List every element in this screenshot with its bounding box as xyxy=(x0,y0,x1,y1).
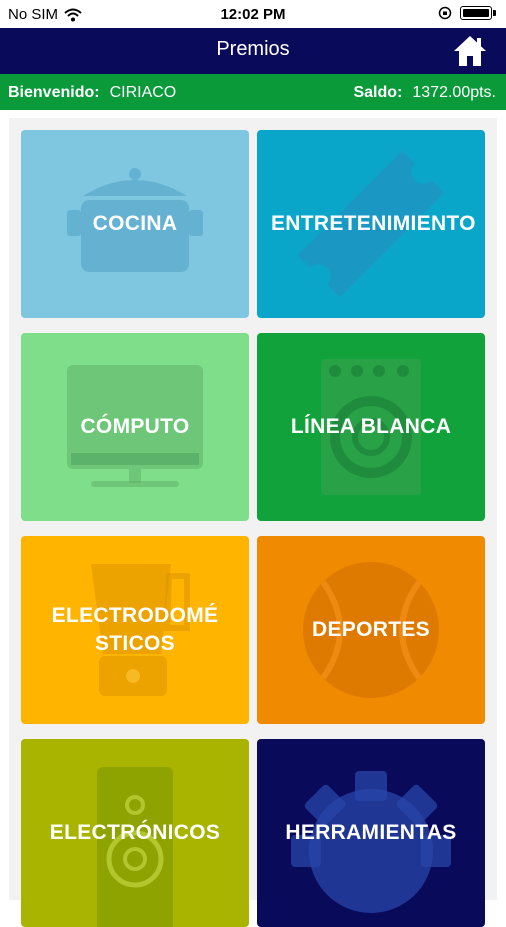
balance-label: Saldo: xyxy=(353,84,403,101)
category-tile-linea-blanca[interactable]: LÍNEA BLANCA xyxy=(257,333,485,521)
balance-section: Saldo: 1372.00pts. xyxy=(353,84,496,102)
category-label: COCINA xyxy=(92,212,178,235)
nav-bar: Premios xyxy=(0,28,506,74)
welcome-section: Bienvenido: CIRIACO xyxy=(8,84,176,102)
home-icon[interactable] xyxy=(452,34,488,68)
category-label: ELECTRÓNICOS xyxy=(49,821,221,844)
user-info-bar: Bienvenido: CIRIACO Saldo: 1372.00pts. xyxy=(0,74,506,110)
category-tile-electronicos[interactable]: ELECTRÓNICOS xyxy=(21,739,249,927)
category-tile-electrodomesticos[interactable]: ELECTRODOMÉ STICOS xyxy=(21,536,249,724)
category-tile-cocina[interactable]: COCINA xyxy=(21,130,249,318)
user-name: CIRIACO xyxy=(109,84,177,101)
welcome-label: Bienvenido: xyxy=(8,84,100,101)
category-tile-herramientas[interactable]: HERRAMIENTAS xyxy=(257,739,485,927)
category-label: CÓMPUTO xyxy=(80,415,190,438)
battery-icon xyxy=(460,6,492,20)
category-label: ENTRETENIMIENTO xyxy=(271,212,476,235)
category-label: HERRAMIENTAS xyxy=(285,821,457,844)
balance-value: 1372.00pts. xyxy=(412,84,496,101)
category-label: LÍNEA BLANCA xyxy=(290,415,452,438)
status-indicators xyxy=(438,6,496,20)
page-title: Premios xyxy=(216,38,290,60)
category-tile-entretenimiento[interactable]: ENTRETENIMIENTO xyxy=(257,130,485,318)
category-label: DEPORTES xyxy=(312,618,430,641)
category-label: ELECTRODOMÉ STICOS xyxy=(51,604,219,655)
category-tile-computo[interactable]: CÓMPUTO xyxy=(21,333,249,521)
clock: 12:02 PM xyxy=(220,6,286,23)
rotation-lock-icon xyxy=(438,6,452,20)
category-tile-deportes[interactable]: DEPORTES xyxy=(257,536,485,724)
category-grid: COCINA ENTRETENIMIENTO CÓMPUTO LÍNEA BLA… xyxy=(9,118,497,927)
status-bar: No SIM 12:02 PM xyxy=(0,0,506,28)
